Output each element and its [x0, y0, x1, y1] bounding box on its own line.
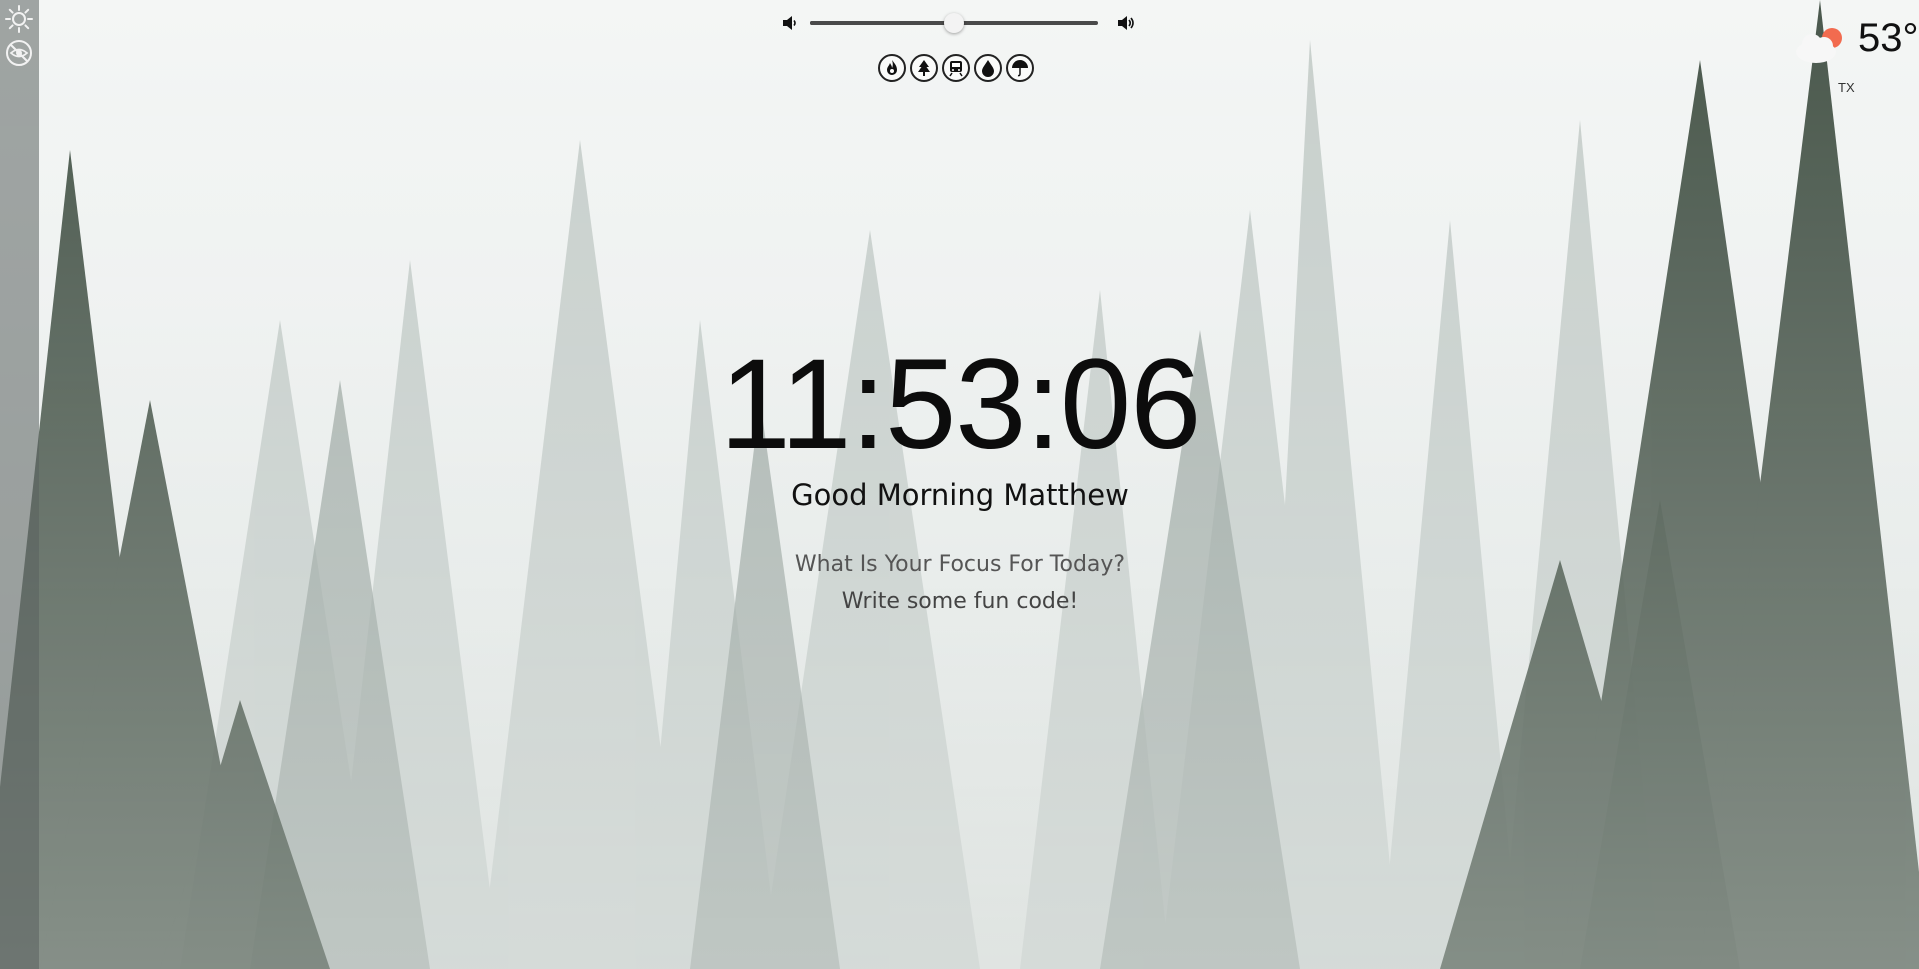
eye-off-icon	[6, 40, 32, 66]
hide-widgets-button[interactable]	[3, 37, 35, 69]
focus-input[interactable]: Write some fun code!	[560, 589, 1360, 614]
brightness-button[interactable]	[3, 3, 35, 35]
greeting: Good Morning Matthew	[791, 478, 1129, 512]
rain-sound-button[interactable]	[1006, 54, 1034, 82]
water-drop-icon	[982, 60, 994, 77]
water-sound-button[interactable]	[974, 54, 1002, 82]
fire-icon	[887, 60, 897, 75]
volume-slider-fill	[810, 21, 954, 25]
volume-control	[780, 8, 1140, 38]
volume-up-button[interactable]	[1116, 13, 1136, 33]
momentum-dashboard: 53° TX 11:53:06 Good Morning Matthew Wha…	[0, 0, 1919, 969]
focus-question: What Is Your Focus For Today?	[794, 552, 1126, 577]
forest-sound-button[interactable]	[910, 54, 938, 82]
tree-icon	[918, 60, 930, 76]
weather-temperature: 53°	[1858, 16, 1919, 60]
clock: 11:53:06	[719, 333, 1202, 476]
weather-widget[interactable]: 53° TX	[1790, 16, 1919, 100]
fire-sound-button[interactable]	[878, 54, 906, 82]
main-content: 11:53:06 Good Morning Matthew What Is Yo…	[560, 330, 1360, 614]
umbrella-icon	[1012, 60, 1028, 77]
volume-slider-thumb[interactable]	[944, 13, 964, 33]
volume-down-button[interactable]	[780, 13, 800, 33]
ambient-sounds	[878, 54, 1042, 86]
partly-cloudy-icon	[1796, 28, 1842, 63]
brightness-icon	[5, 5, 33, 33]
volume-high-icon	[1118, 16, 1134, 30]
weather-location: TX	[1838, 80, 1855, 95]
train-icon	[949, 61, 963, 77]
volume-low-icon	[783, 16, 796, 30]
volume-slider[interactable]	[810, 13, 1098, 33]
train-sound-button[interactable]	[942, 54, 970, 82]
sidebar	[0, 0, 39, 969]
